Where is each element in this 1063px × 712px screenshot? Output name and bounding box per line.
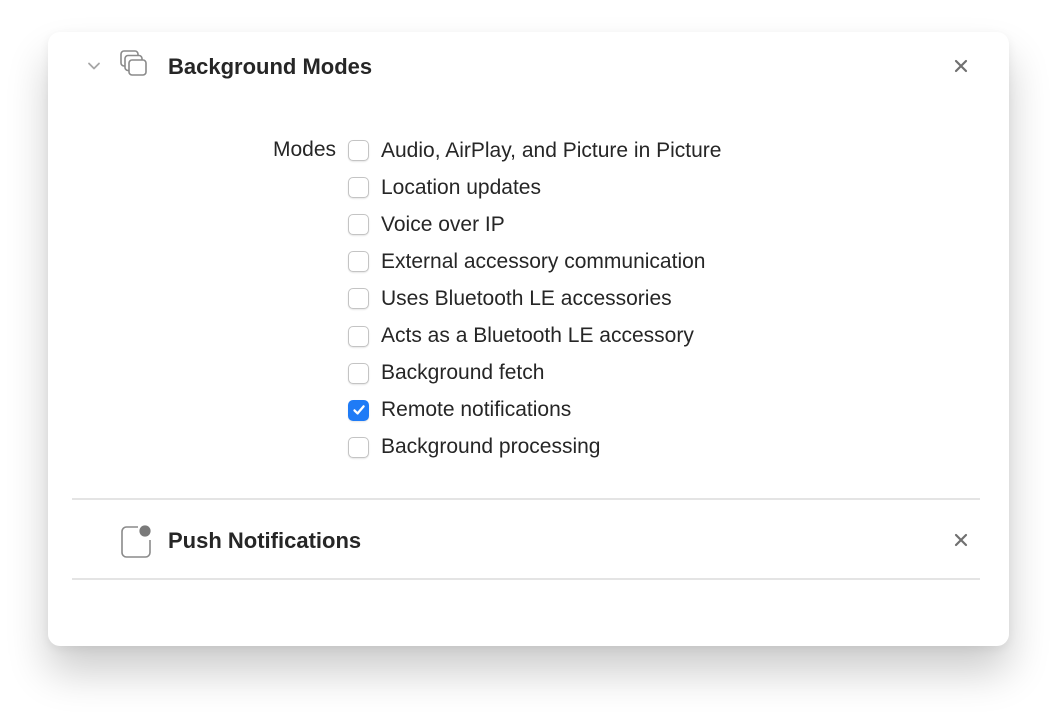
- mode-label: Audio, AirPlay, and Picture in Picture: [381, 138, 722, 162]
- mode-checkbox[interactable]: [348, 399, 369, 421]
- modes-checkbox-list: Audio, AirPlay, and Picture in Picture Lo…: [348, 132, 721, 466]
- close-icon: [954, 59, 968, 73]
- notification-badge-icon: [118, 522, 154, 558]
- modes-label: Modes: [272, 138, 336, 161]
- push-notifications-header: Push Notifications: [48, 520, 1009, 560]
- section-divider: [72, 578, 980, 580]
- mode-checkbox[interactable]: [348, 214, 369, 236]
- mode-row[interactable]: Audio, AirPlay, and Picture in Picture: [348, 132, 721, 169]
- mode-label: Background processing: [381, 435, 601, 459]
- mode-checkbox[interactable]: [348, 436, 369, 458]
- chevron-down-icon[interactable]: [86, 58, 102, 74]
- mode-row[interactable]: Remote notifications: [348, 392, 721, 429]
- mode-checkbox[interactable]: [348, 325, 369, 347]
- mode-label: External accessory communication: [381, 249, 706, 273]
- mode-row[interactable]: Acts as a Bluetooth LE accessory: [348, 317, 721, 354]
- mode-label: Background fetch: [381, 361, 545, 385]
- mode-label: Remote notifications: [381, 398, 572, 422]
- mode-checkbox[interactable]: [348, 362, 369, 384]
- remove-background-modes-button[interactable]: [949, 54, 973, 78]
- remove-push-notifications-button[interactable]: [949, 528, 973, 552]
- mode-row[interactable]: Voice over IP: [348, 206, 721, 243]
- background-modes-header: Background Modes: [48, 46, 1009, 86]
- mode-checkbox[interactable]: [348, 140, 369, 162]
- mode-checkbox[interactable]: [348, 288, 369, 310]
- mode-row[interactable]: Background processing: [348, 429, 721, 466]
- section-title: Background Modes: [168, 54, 373, 79]
- mode-checkbox[interactable]: [348, 251, 369, 273]
- mode-label: Voice over IP: [381, 212, 505, 236]
- section-title: Push Notifications: [168, 528, 362, 553]
- mode-row[interactable]: Uses Bluetooth LE accessories: [348, 280, 721, 317]
- capabilities-panel: Background Modes Modes Audio, AirPlay, a…: [48, 32, 1009, 646]
- mode-label: Uses Bluetooth LE accessories: [381, 286, 672, 310]
- mode-label: Acts as a Bluetooth LE accessory: [381, 324, 694, 348]
- mode-row[interactable]: Location updates: [348, 169, 721, 206]
- section-divider: [72, 498, 980, 500]
- checkmark-icon: [352, 405, 365, 415]
- mode-label: Location updates: [381, 175, 541, 199]
- mode-row[interactable]: External accessory communication: [348, 243, 721, 280]
- stacked-windows-icon: [118, 48, 154, 84]
- close-icon: [954, 533, 968, 547]
- mode-checkbox[interactable]: [348, 177, 369, 199]
- mode-row[interactable]: Background fetch: [348, 355, 721, 392]
